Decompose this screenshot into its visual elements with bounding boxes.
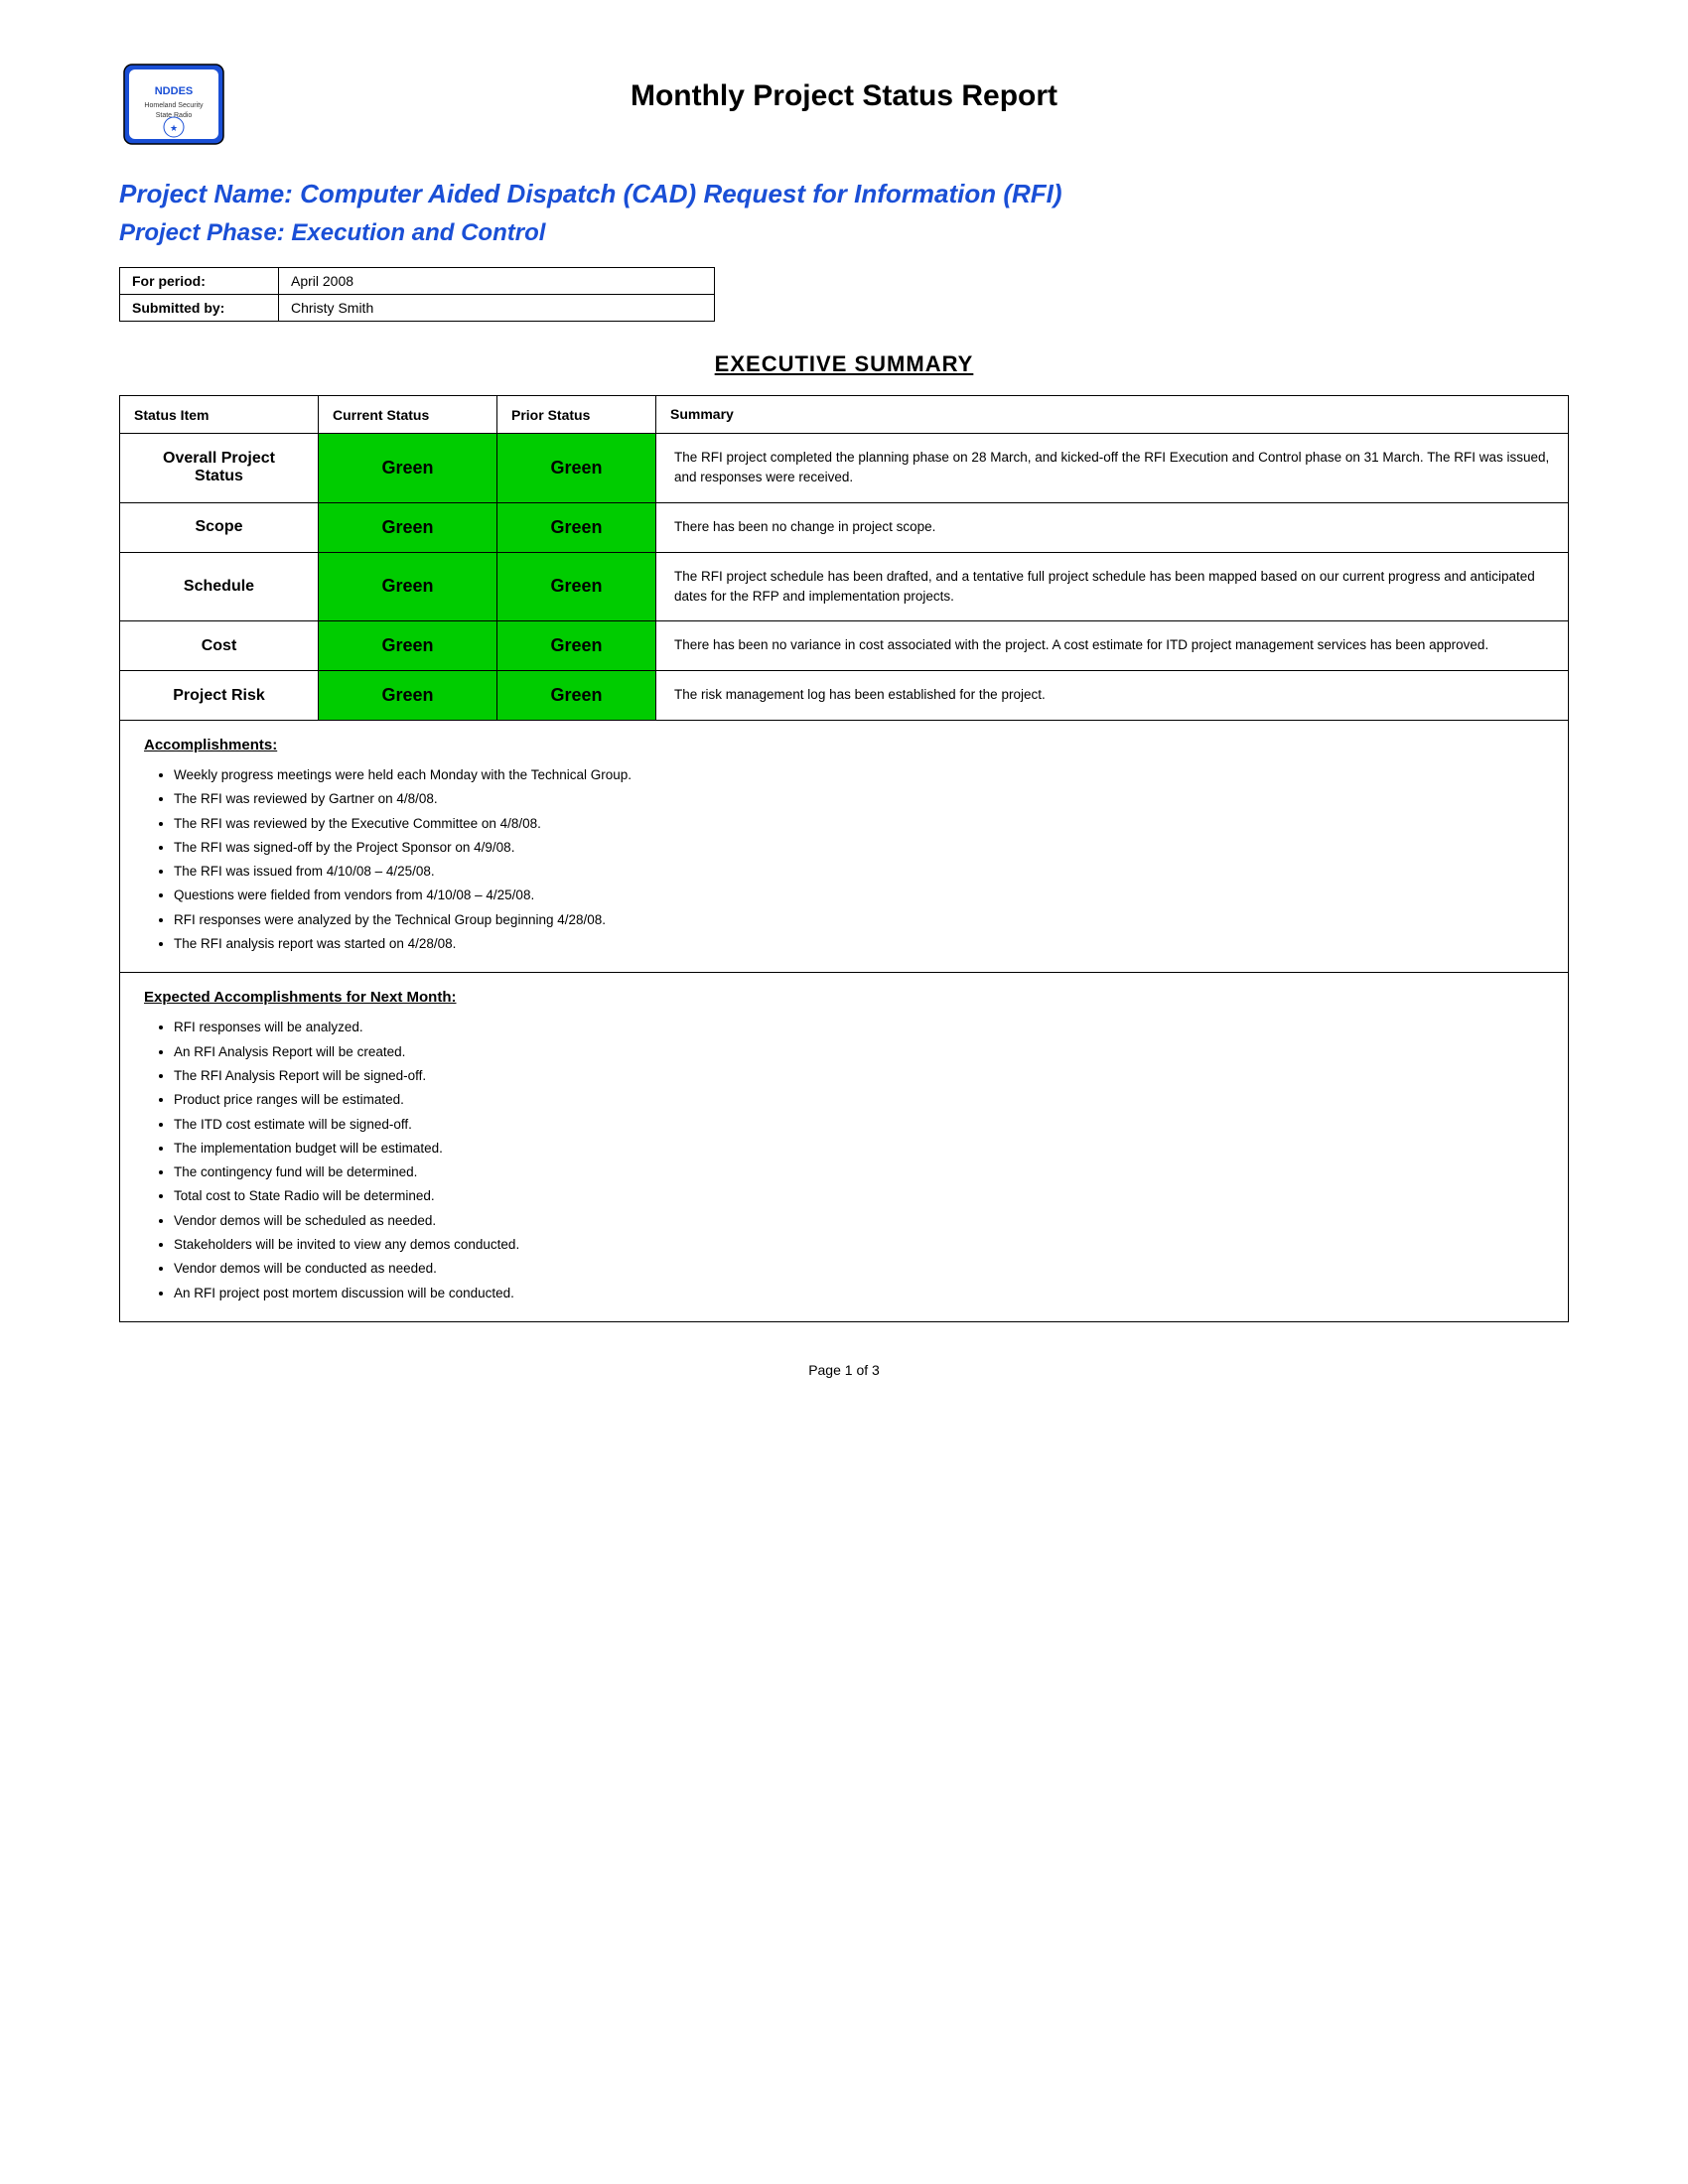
status-item-cell: Scope xyxy=(120,502,319,552)
period-value: April 2008 xyxy=(279,268,715,295)
accomplishments-list: Weekly progress meetings were held each … xyxy=(144,763,1544,956)
period-label: For period: xyxy=(120,268,279,295)
table-row: ScheduleGreenGreenThe RFI project schedu… xyxy=(120,552,1569,621)
header-summary: Summary xyxy=(656,396,1569,434)
list-item: Stakeholders will be invited to view any… xyxy=(174,1233,1544,1257)
list-item: The RFI Analysis Report will be signed-o… xyxy=(174,1064,1544,1088)
accomplishments-section: Accomplishments: Weekly progress meeting… xyxy=(119,721,1569,973)
header-current-status: Current Status xyxy=(319,396,497,434)
info-row-submitted: Submitted by: Christy Smith xyxy=(120,295,715,322)
list-item: The RFI was reviewed by the Executive Co… xyxy=(174,812,1544,836)
info-table: For period: April 2008 Submitted by: Chr… xyxy=(119,267,715,322)
project-phase: Project Phase: Execution and Control xyxy=(119,219,1569,247)
project-name: Project Name: Computer Aided Dispatch (C… xyxy=(119,179,1569,209)
current-status-cell: Green xyxy=(319,552,497,621)
header-status-item: Status Item xyxy=(120,396,319,434)
status-item-cell: Overall Project Status xyxy=(120,434,319,503)
submitted-label: Submitted by: xyxy=(120,295,279,322)
report-title: Monthly Project Status Report xyxy=(228,79,1569,113)
summary-cell: The RFI project schedule has been drafte… xyxy=(656,552,1569,621)
prior-status-cell: Green xyxy=(497,621,656,671)
expected-list: RFI responses will be analyzed.An RFI An… xyxy=(144,1016,1544,1305)
info-row-period: For period: April 2008 xyxy=(120,268,715,295)
svg-text:State Radio: State Radio xyxy=(156,112,193,119)
list-item: Vendor demos will be scheduled as needed… xyxy=(174,1209,1544,1233)
list-item: An RFI project post mortem discussion wi… xyxy=(174,1282,1544,1305)
list-item: The RFI was signed-off by the Project Sp… xyxy=(174,836,1544,860)
list-item: Vendor demos will be conducted as needed… xyxy=(174,1257,1544,1281)
current-status-cell: Green xyxy=(319,434,497,503)
current-status-cell: Green xyxy=(319,621,497,671)
prior-status-cell: Green xyxy=(497,671,656,721)
table-row: Overall Project StatusGreenGreenThe RFI … xyxy=(120,434,1569,503)
status-item-cell: Schedule xyxy=(120,552,319,621)
list-item: The RFI was issued from 4/10/08 – 4/25/0… xyxy=(174,860,1544,884)
svg-text:Homeland Security: Homeland Security xyxy=(144,102,204,109)
summary-cell: The risk management log has been establi… xyxy=(656,671,1569,721)
status-table: Status Item Current Status Prior Status … xyxy=(119,395,1569,721)
list-item: RFI responses will be analyzed. xyxy=(174,1016,1544,1039)
page-footer: Page 1 of 3 xyxy=(119,1362,1569,1378)
summary-cell: There has been no variance in cost assoc… xyxy=(656,621,1569,671)
list-item: The implementation budget will be estima… xyxy=(174,1137,1544,1160)
table-row: CostGreenGreenThere has been no variance… xyxy=(120,621,1569,671)
list-item: An RFI Analysis Report will be created. xyxy=(174,1040,1544,1064)
accomplishments-title: Accomplishments: xyxy=(144,737,1544,753)
status-item-cell: Cost xyxy=(120,621,319,671)
expected-title: Expected Accomplishments for Next Month: xyxy=(144,989,1544,1006)
current-status-cell: Green xyxy=(319,671,497,721)
table-header-row: Status Item Current Status Prior Status … xyxy=(120,396,1569,434)
header-prior-status: Prior Status xyxy=(497,396,656,434)
list-item: Total cost to State Radio will be determ… xyxy=(174,1184,1544,1208)
submitted-value: Christy Smith xyxy=(279,295,715,322)
list-item: The contingency fund will be determined. xyxy=(174,1160,1544,1184)
summary-cell: The RFI project completed the planning p… xyxy=(656,434,1569,503)
list-item: Questions were fielded from vendors from… xyxy=(174,884,1544,907)
executive-summary-title: EXECUTIVE SUMMARY xyxy=(119,351,1569,377)
page-number: Page 1 of 3 xyxy=(808,1362,880,1378)
list-item: The ITD cost estimate will be signed-off… xyxy=(174,1113,1544,1137)
list-item: The RFI analysis report was started on 4… xyxy=(174,932,1544,956)
summary-cell: There has been no change in project scop… xyxy=(656,502,1569,552)
current-status-cell: Green xyxy=(319,502,497,552)
logo: NDDES Homeland Security State Radio ★ xyxy=(119,60,228,149)
expected-accomplishments-section: Expected Accomplishments for Next Month:… xyxy=(119,973,1569,1322)
prior-status-cell: Green xyxy=(497,502,656,552)
table-row: ScopeGreenGreenThere has been no change … xyxy=(120,502,1569,552)
svg-text:★: ★ xyxy=(170,123,178,133)
prior-status-cell: Green xyxy=(497,434,656,503)
page-header: NDDES Homeland Security State Radio ★ Mo… xyxy=(119,60,1569,149)
status-item-cell: Project Risk xyxy=(120,671,319,721)
list-item: The RFI was reviewed by Gartner on 4/8/0… xyxy=(174,787,1544,811)
svg-text:NDDES: NDDES xyxy=(155,85,194,97)
list-item: Weekly progress meetings were held each … xyxy=(174,763,1544,787)
list-item: RFI responses were analyzed by the Techn… xyxy=(174,908,1544,932)
table-row: Project RiskGreenGreenThe risk managemen… xyxy=(120,671,1569,721)
prior-status-cell: Green xyxy=(497,552,656,621)
list-item: Product price ranges will be estimated. xyxy=(174,1088,1544,1112)
